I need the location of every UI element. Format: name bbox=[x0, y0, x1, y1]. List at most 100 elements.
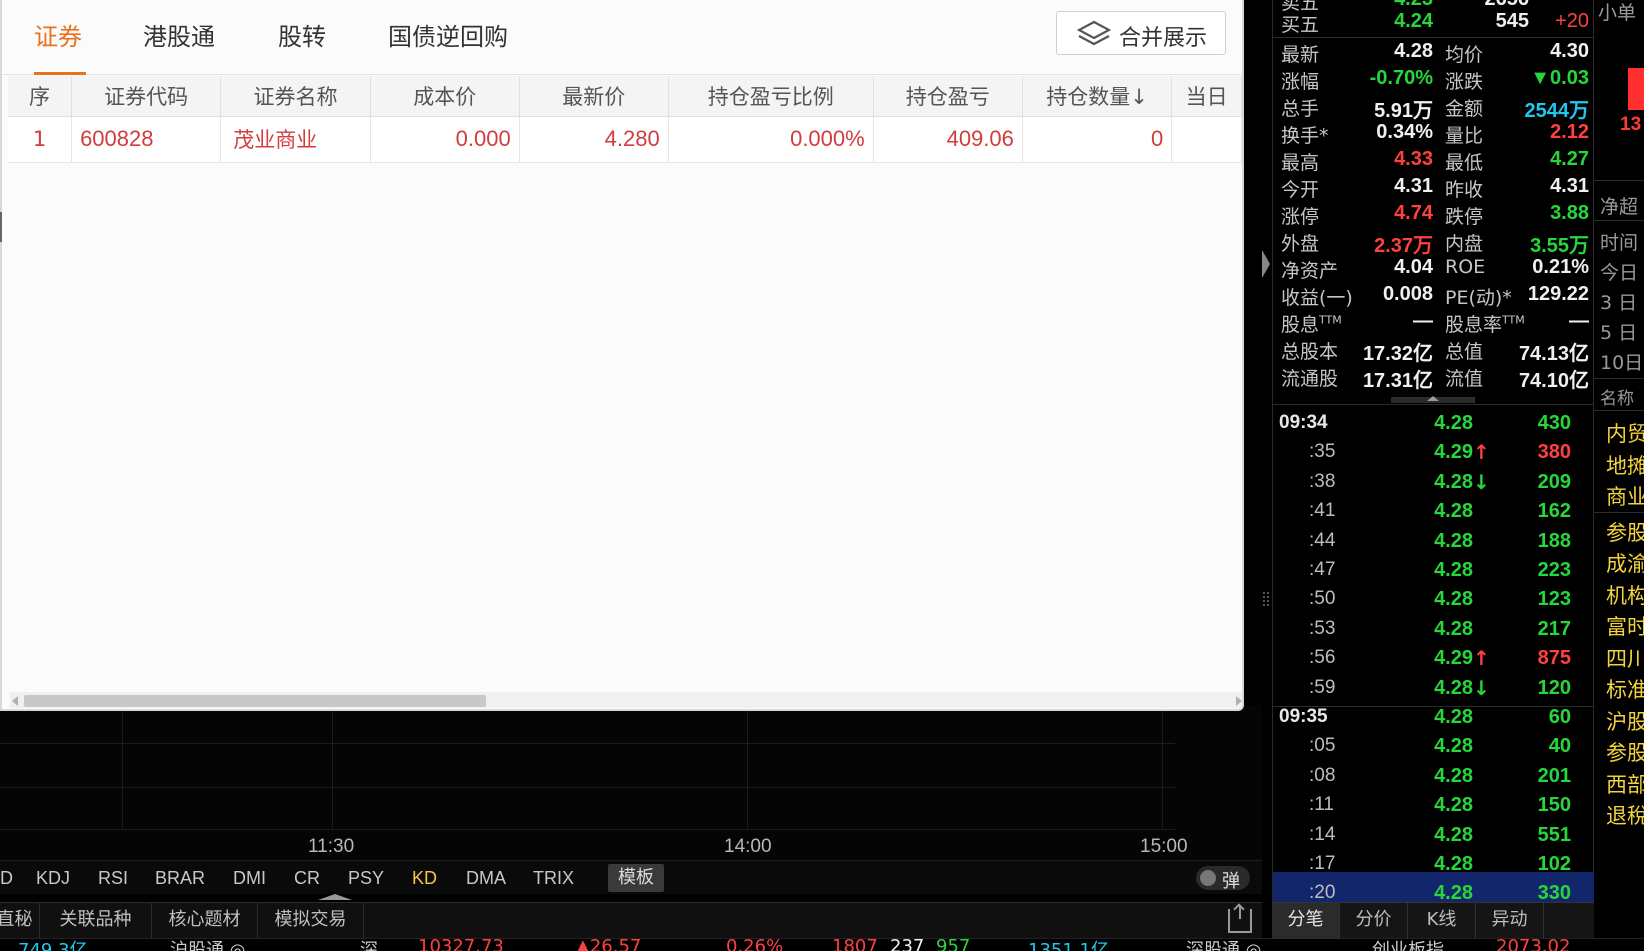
col-header-index[interactable]: 序 bbox=[8, 76, 73, 117]
col-header-code[interactable]: 证券代码 bbox=[71, 76, 222, 117]
tab-hk-connect[interactable]: 港股通 bbox=[143, 17, 215, 52]
col-header-latest[interactable]: 最新价 bbox=[519, 76, 669, 117]
col-header-today[interactable]: 当日 bbox=[1171, 76, 1242, 117]
indicator-tab-brar[interactable]: BRAR bbox=[155, 868, 205, 889]
quote-tab-ticks[interactable]: 分笔 bbox=[1272, 903, 1340, 939]
indicator-tab-kd[interactable]: KD bbox=[412, 868, 437, 889]
template-button[interactable]: 模板 bbox=[608, 864, 664, 892]
trade-row[interactable]: :05 4.28 40 bbox=[1273, 735, 1595, 763]
bottom-tab-related[interactable]: 关联品种 bbox=[40, 903, 152, 939]
trade-row[interactable]: 09:35 4.28 60 bbox=[1273, 706, 1595, 734]
popup-toggle[interactable]: 弹 bbox=[1196, 866, 1250, 892]
trade-row[interactable]: :56 4.29 ↑ 875 bbox=[1273, 646, 1595, 675]
quote-tab-movement[interactable]: 异动 bbox=[1476, 903, 1544, 939]
grip-icon[interactable] bbox=[1263, 592, 1269, 606]
scrollbar-thumb[interactable] bbox=[24, 695, 486, 707]
trade-price: 4.28 bbox=[1434, 412, 1473, 434]
concept-item[interactable]: 富时 bbox=[1606, 611, 1644, 641]
chart-time-label: 14:00 bbox=[724, 836, 772, 857]
indicator-tab[interactable]: D bbox=[0, 868, 13, 889]
indicator-tab-psy[interactable]: PSY bbox=[348, 868, 384, 889]
trade-row[interactable]: :35 4.29 ↑ 380 bbox=[1273, 440, 1595, 469]
trade-row[interactable]: 09:34 4.28 430 bbox=[1273, 412, 1595, 440]
quote-value-prev-close: 4.31 bbox=[1550, 175, 1589, 197]
expand-handle-icon[interactable] bbox=[1391, 394, 1475, 404]
col-header-quantity[interactable]: 持仓数量↓ bbox=[1022, 76, 1173, 117]
bottom-tab-core-theme[interactable]: 核心题材 bbox=[152, 903, 258, 939]
quote-value-total-hands: 5.91万 bbox=[1374, 100, 1433, 122]
trade-volume: 162 bbox=[1537, 500, 1571, 523]
horizontal-scrollbar[interactable] bbox=[10, 692, 1242, 708]
scroll-right-icon[interactable] bbox=[1236, 696, 1242, 706]
trade-row[interactable]: :53 4.28 217 bbox=[1273, 618, 1595, 646]
merge-display-label: 合并展示 bbox=[1119, 26, 1208, 51]
ticker-item: 深 bbox=[360, 940, 378, 951]
quote-label-nav: 净资产 bbox=[1281, 260, 1339, 282]
period-5day[interactable]: 5 日 bbox=[1600, 318, 1637, 345]
buy5-label: 买五 bbox=[1281, 14, 1320, 36]
indicator-tab-dma[interactable]: DMA bbox=[466, 868, 506, 889]
period-3day[interactable]: 3 日 bbox=[1600, 288, 1637, 315]
concept-item[interactable]: 标准 bbox=[1606, 674, 1644, 704]
scroll-left-icon[interactable] bbox=[12, 696, 18, 706]
bottom-tab-sim-trading[interactable]: 模拟交易 bbox=[258, 903, 364, 939]
col-header-pl-ratio[interactable]: 持仓盈亏比例 bbox=[668, 76, 874, 117]
merge-display-button[interactable]: 合并展示 bbox=[1056, 11, 1226, 55]
trade-row[interactable]: :17 4.28 102 bbox=[1273, 853, 1595, 881]
period-10day[interactable]: 10日 bbox=[1600, 348, 1643, 375]
col-header-name[interactable]: 证券名称 bbox=[220, 76, 371, 117]
quote-tab-kline[interactable]: K线 bbox=[1408, 903, 1476, 939]
concept-item[interactable]: 参股 bbox=[1606, 737, 1644, 767]
concept-item[interactable]: 沪股 bbox=[1606, 706, 1644, 736]
col-header-pl[interactable]: 持仓盈亏 bbox=[873, 76, 1023, 117]
trade-row[interactable]: :11 4.28 150 bbox=[1273, 794, 1595, 822]
table-row[interactable]: 1 600828 茂业商业 0.000 4.280 0.000% 409.06 … bbox=[8, 116, 1242, 163]
trade-row[interactable]: :50 4.28 123 bbox=[1273, 588, 1595, 616]
bottom-tabs: 直秘 关联品种 核心题材 模拟交易 bbox=[0, 902, 1262, 939]
concept-item[interactable]: 参股 bbox=[1606, 517, 1644, 547]
trade-time: :47 bbox=[1309, 559, 1336, 580]
quote-value-nav: 4.04 bbox=[1394, 256, 1433, 278]
period-today[interactable]: 今日 bbox=[1600, 258, 1638, 285]
concept-item[interactable]: 成渝 bbox=[1606, 548, 1644, 578]
quote-label-float-value: 流值 bbox=[1445, 368, 1484, 390]
tab-reverse-repo[interactable]: 国债逆回购 bbox=[388, 17, 508, 52]
concept-item[interactable]: 商业 bbox=[1606, 481, 1644, 511]
bottom-tab[interactable]: 直秘 bbox=[0, 903, 40, 939]
concept-item[interactable]: 四川 bbox=[1606, 643, 1644, 673]
chart-splitter-handle[interactable] bbox=[318, 894, 352, 900]
concept-item[interactable]: 西部 bbox=[1606, 769, 1644, 799]
name-label: 名称 bbox=[1600, 389, 1634, 409]
indicator-tab-dmi[interactable]: DMI bbox=[233, 868, 266, 889]
collapse-arrow-icon[interactable] bbox=[1262, 250, 1270, 278]
trade-row[interactable]: :41 4.28 162 bbox=[1273, 500, 1595, 528]
trade-price: 4.28 bbox=[1434, 588, 1473, 611]
trade-row[interactable]: :59 4.28 ↓ 120 bbox=[1273, 676, 1595, 705]
trade-row[interactable]: :38 4.28 ↓ 209 bbox=[1273, 470, 1595, 499]
concept-item[interactable]: 机构 bbox=[1606, 580, 1644, 610]
concept-item[interactable]: 内贸 bbox=[1606, 418, 1644, 448]
concept-item[interactable]: 地摊 bbox=[1606, 450, 1644, 480]
security-tabs: 证券 港股通 股转 国债逆回购 合并展示 bbox=[2, 0, 1242, 75]
cell-cost: 0.000 bbox=[370, 116, 520, 163]
panel-resize-handle[interactable] bbox=[0, 212, 2, 242]
ticker-item: 深股通 ◎ bbox=[1186, 940, 1262, 951]
indicator-tab-trix[interactable]: TRIX bbox=[533, 868, 574, 889]
tab-neeq[interactable]: 股转 bbox=[278, 17, 326, 52]
trade-row[interactable]: :44 4.28 188 bbox=[1273, 530, 1595, 558]
col-header-cost[interactable]: 成本价 bbox=[370, 76, 520, 117]
quote-value-turnover: 0.34% bbox=[1376, 121, 1433, 143]
quote-tab-price[interactable]: 分价 bbox=[1340, 903, 1408, 939]
indicator-tab-kdj[interactable]: KDJ bbox=[36, 868, 70, 889]
indicator-tab-rsi[interactable]: RSI bbox=[98, 868, 128, 889]
trade-row[interactable]: :47 4.28 223 bbox=[1273, 559, 1595, 587]
indicator-tab-cr[interactable]: CR bbox=[294, 868, 320, 889]
concept-item[interactable]: 退稅 bbox=[1606, 800, 1644, 830]
tab-securities[interactable]: 证券 bbox=[34, 17, 82, 52]
trade-price: 4.28 bbox=[1434, 676, 1473, 699]
trade-row[interactable]: :08 4.28 201 bbox=[1273, 765, 1595, 793]
export-icon[interactable] bbox=[1228, 905, 1252, 933]
trade-row[interactable]: :14 4.28 551 bbox=[1273, 824, 1595, 852]
trade-price: 4.28 bbox=[1434, 500, 1473, 523]
quote-label-float-shares: 流通股 bbox=[1281, 368, 1339, 390]
